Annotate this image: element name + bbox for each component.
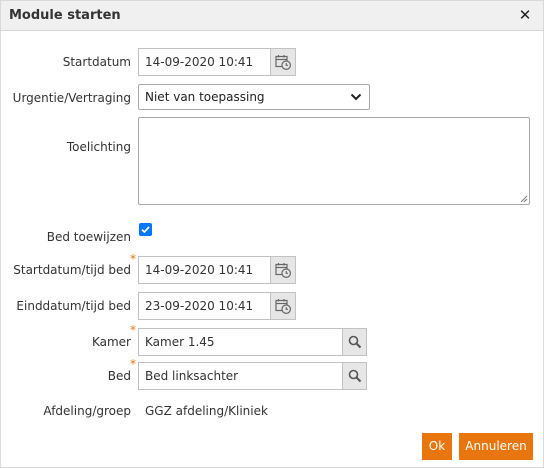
- required-marker: *: [130, 323, 136, 337]
- startdatum-bed-input[interactable]: 14-09-2020 10:41: [138, 256, 271, 284]
- dialog-titlebar: Module starten ✕: [1, 1, 543, 31]
- startdatum-calendar-button[interactable]: [271, 48, 296, 76]
- kamer-input[interactable]: Kamer 1.45: [138, 328, 343, 356]
- calendar-clock-icon: [275, 299, 291, 314]
- search-icon: [348, 335, 361, 349]
- dialog-title: Module starten: [9, 8, 121, 23]
- startdatum-input[interactable]: 14-09-2020 10:41: [138, 48, 271, 76]
- resize-grip-icon[interactable]: [520, 195, 528, 203]
- calendar-clock-icon: [275, 263, 291, 278]
- bed-toewijzen-label: Bed toewijzen: [46, 230, 131, 244]
- startdatum-label: Startdatum: [62, 55, 131, 69]
- calendar-clock-icon: [275, 55, 291, 70]
- bed-toewijzen-checkbox[interactable]: [139, 223, 152, 236]
- ok-button[interactable]: Ok: [422, 433, 452, 460]
- checkmark-icon: [141, 226, 150, 234]
- kamer-label: Kamer: [91, 335, 131, 349]
- chevron-down-icon: [350, 93, 362, 101]
- afdeling-value: GGZ afdeling/Kliniek: [145, 404, 268, 418]
- einddatum-bed-calendar-button[interactable]: [271, 292, 296, 320]
- einddatum-bed-input[interactable]: 23-09-2020 10:41: [138, 292, 271, 320]
- urgentie-label: Urgentie/Vertraging: [12, 91, 131, 105]
- module-starten-dialog: Module starten ✕ Startdatum 14-09-2020 1…: [0, 0, 544, 468]
- startdatum-bed-calendar-button[interactable]: [271, 256, 296, 284]
- afdeling-label: Afdeling/groep: [43, 404, 131, 418]
- urgentie-select[interactable]: Niet van toepassing: [138, 84, 370, 110]
- einddatum-bed-label: Einddatum/tijd bed: [16, 299, 131, 313]
- kamer-search-button[interactable]: [343, 328, 367, 356]
- search-icon: [348, 369, 361, 383]
- urgentie-selected-value: Niet van toepassing: [145, 90, 265, 104]
- cancel-button[interactable]: Annuleren: [459, 433, 533, 460]
- toelichting-textarea[interactable]: [138, 117, 530, 205]
- bed-input[interactable]: Bed linksachter: [138, 362, 343, 390]
- bed-label: Bed: [107, 369, 131, 383]
- toelichting-label: Toelichting: [66, 140, 131, 154]
- bed-search-button[interactable]: [343, 362, 367, 390]
- required-marker: *: [130, 357, 136, 371]
- close-icon[interactable]: ✕: [517, 6, 533, 24]
- startdatum-bed-label: Startdatum/tijd bed: [13, 263, 131, 277]
